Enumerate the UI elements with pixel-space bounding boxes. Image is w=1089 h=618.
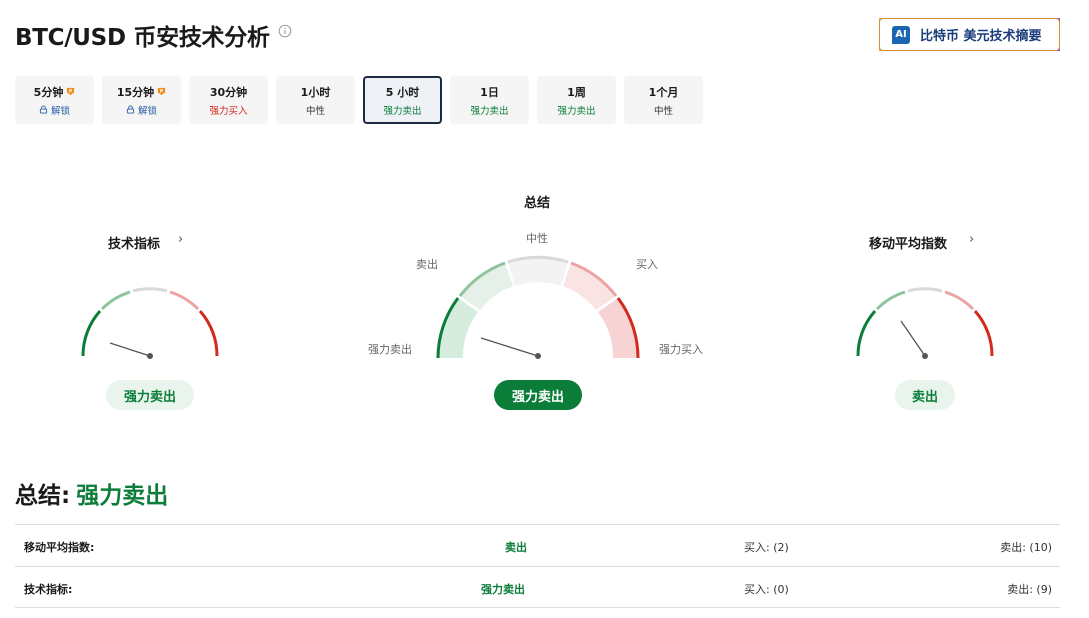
summary-label: 总结:: [15, 483, 71, 509]
tab-status: 中性: [653, 105, 673, 117]
tab-label: 5分钟: [33, 85, 64, 99]
summary-gauge-title: 总结: [524, 196, 551, 211]
tab-status: 强力卖出: [557, 105, 596, 117]
technical-indicators-link[interactable]: 技术指标: [108, 233, 160, 252]
tab-5min[interactable]: 5分钟 P 解锁: [15, 76, 94, 124]
tab-label: 1周: [567, 85, 586, 99]
moving-averages-gauge: [856, 287, 994, 359]
gauge-label-neutral: 中性: [526, 232, 548, 245]
lock-icon: [39, 105, 48, 114]
summary-heading: 总结: 强力卖出: [15, 476, 168, 510]
row-buy-count: 买入: (0): [744, 583, 789, 596]
timeframe-tabs: 5分钟 P 解锁 15分钟 P 解锁 30分钟 强力买入 1小时 中性 5 小时…: [15, 76, 711, 124]
lock-icon: [126, 105, 135, 114]
tab-status: 强力卖出: [470, 105, 509, 117]
tab-status: 解锁: [50, 105, 70, 117]
gauge-needle-pivot: [535, 353, 541, 359]
tab-status: 解锁: [137, 105, 157, 117]
tab-5hour[interactable]: 5 小时 强力卖出: [363, 76, 442, 124]
gauge-label-strong-sell: 强力卖出: [368, 343, 412, 356]
gauge-needle-pivot: [147, 353, 153, 359]
pro-badge-icon: P: [158, 87, 166, 96]
tab-1week[interactable]: 1周 强力卖出: [537, 76, 616, 124]
summary-value: 强力卖出: [76, 483, 169, 509]
technical-indicators-result: 强力卖出: [106, 380, 194, 410]
tab-1hour[interactable]: 1小时 中性: [276, 76, 355, 124]
row-name: 技术指标:: [24, 583, 73, 596]
tab-15min[interactable]: 15分钟 P 解锁: [102, 76, 181, 124]
tab-label: 1个月: [648, 85, 679, 99]
row-name: 移动平均指数:: [24, 541, 95, 554]
row-sell-count: 卖出: (9): [1007, 583, 1052, 596]
pro-badge-icon: P: [67, 87, 75, 96]
ai-summary-label: 比特币 美元技术摘要: [920, 29, 1042, 44]
row-signal: 卖出: [505, 541, 527, 554]
summary-gauge-result: 强力卖出: [494, 380, 582, 410]
tab-label: 15分钟: [116, 85, 155, 99]
gauge-needle: [900, 320, 926, 357]
gauge-needle: [480, 337, 539, 357]
technical-indicators-gauge: [81, 287, 219, 359]
tab-label: 5 小时: [385, 85, 420, 99]
tab-30min[interactable]: 30分钟 强力买入: [189, 76, 268, 124]
page-title: BTC/USD 币安技术分析: [15, 25, 270, 51]
tab-status: 强力买入: [209, 105, 248, 117]
table-row: 移动平均指数: 卖出 买入: (2) 卖出: (10): [15, 524, 1060, 566]
row-buy-count: 买入: (2): [744, 541, 789, 554]
row-sell-count: 卖出: (10): [1000, 541, 1052, 554]
moving-averages-link[interactable]: 移动平均指数: [869, 233, 947, 252]
gauge-needle: [109, 342, 151, 357]
tab-label: 1小时: [300, 85, 331, 99]
table-row: 技术指标: 强力卖出 买入: (0) 卖出: (9): [15, 566, 1060, 608]
tab-1month[interactable]: 1个月 中性: [624, 76, 703, 124]
tab-label: 1日: [480, 85, 499, 99]
tab-status: 强力卖出: [383, 105, 422, 117]
info-icon[interactable]: [278, 24, 292, 38]
gauge-label-strong-buy: 强力买入: [659, 343, 703, 356]
gauge-needle-pivot: [922, 353, 928, 359]
moving-averages-result: 卖出: [895, 380, 955, 410]
ai-summary-button[interactable]: AI 比特币 美元技术摘要: [879, 18, 1060, 51]
summary-gauge: [436, 255, 640, 359]
row-signal: 强力卖出: [481, 583, 525, 596]
tab-status: 中性: [305, 105, 325, 117]
tab-label: 30分钟: [209, 85, 248, 99]
tab-1day[interactable]: 1日 强力卖出: [450, 76, 529, 124]
ai-icon: AI: [892, 25, 910, 44]
chevron-right-icon[interactable]: ›: [969, 232, 974, 247]
chevron-right-icon[interactable]: ›: [178, 232, 183, 247]
